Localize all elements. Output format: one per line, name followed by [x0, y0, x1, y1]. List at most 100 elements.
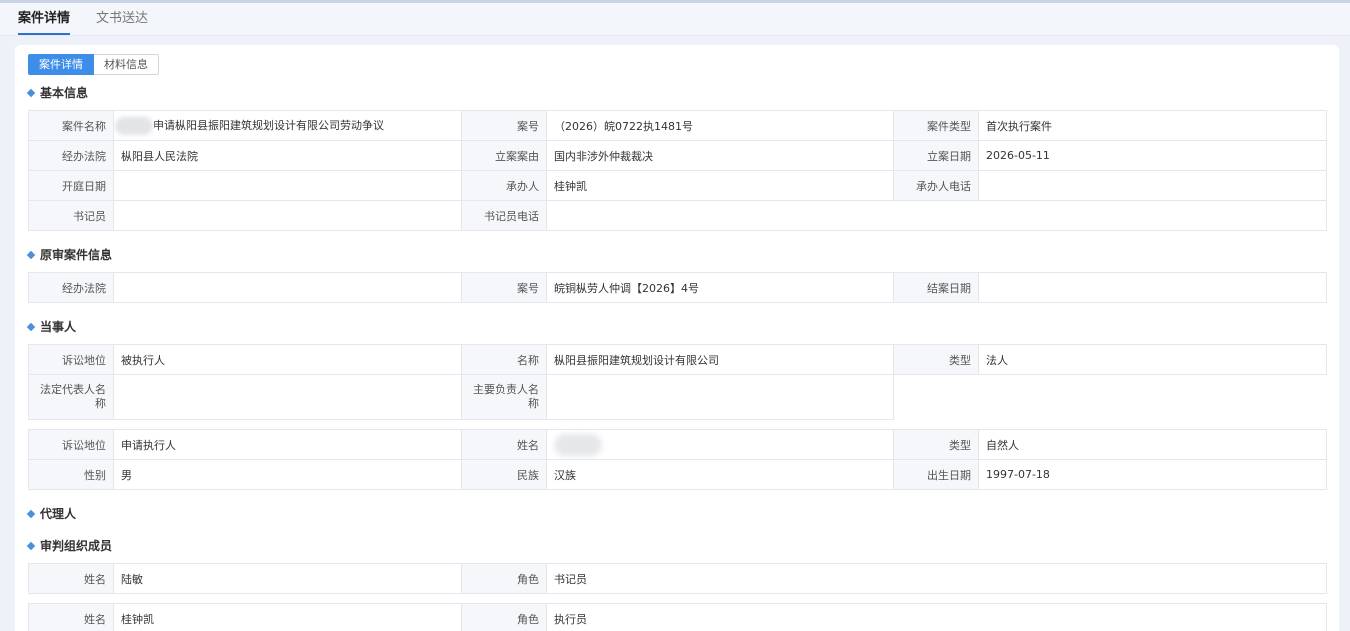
filing-date-value: 2026-05-11	[978, 140, 1327, 171]
clerk-phone-label: 书记员电话	[461, 200, 547, 231]
section-agent-title: 代理人	[40, 507, 77, 521]
party1-name-label: 名称	[461, 344, 547, 375]
court-label: 经办法院	[28, 140, 114, 171]
section-trial-members-title: 审判组织成员	[40, 539, 113, 553]
tab-document-delivery-label: 文书送达	[96, 11, 149, 26]
party1-type-label: 类型	[893, 344, 979, 375]
case-type-label: 案件类型	[893, 110, 979, 141]
table-row: 诉讼地位 申请执行人 姓名 类型 自然人	[28, 429, 1327, 460]
case-name-label: 案件名称	[28, 110, 114, 141]
basic-info-table: 案件名称 申请枞阳县振阳建筑规划设计有限公司劳动争议 案号 （2026）皖072…	[28, 110, 1327, 231]
section-agent: 代理人	[26, 506, 77, 522]
section-original-case: 原审案件信息	[26, 247, 113, 263]
table-row: 姓名 桂钟凯 角色 执行员	[28, 603, 1327, 631]
tab-case-detail[interactable]: 案件详情	[18, 9, 71, 35]
sub-tab-group: 案件详情 材料信息	[28, 54, 159, 75]
member-role-label: 角色	[461, 603, 547, 631]
original-case-no-label: 案号	[461, 272, 547, 303]
case-detail-card: 案件详情 材料信息 基本信息 案件名称 申请枞阳县振阳建筑规划设计有限公司劳动争…	[15, 45, 1339, 631]
party2-status-label: 诉讼地位	[28, 429, 114, 460]
party2-status-value: 申请执行人	[113, 429, 462, 460]
party2-type-value: 自然人	[978, 429, 1327, 460]
table-row: 开庭日期 承办人 桂钟凯 承办人电话	[28, 170, 1327, 201]
party1-status-label: 诉讼地位	[28, 344, 114, 375]
filing-cause-label: 立案案由	[461, 140, 547, 171]
ethnicity-label: 民族	[461, 459, 547, 490]
member-name-value: 陆敏	[113, 563, 462, 594]
table-row: 经办法院 枞阳县人民法院 立案案由 国内非涉外仲裁裁决 立案日期 2026-05…	[28, 140, 1327, 171]
party1-name-value: 枞阳县振阳建筑规划设计有限公司	[546, 344, 894, 375]
redacted-mask	[554, 433, 602, 456]
ethnicity-value: 汉族	[546, 459, 894, 490]
party1-status-value: 被执行人	[113, 344, 462, 375]
table-row: 案件名称 申请枞阳县振阳建筑规划设计有限公司劳动争议 案号 （2026）皖072…	[28, 110, 1327, 141]
party1-type-value: 法人	[978, 344, 1327, 375]
gender-label: 性别	[28, 459, 114, 490]
clerk-value	[113, 200, 462, 231]
original-court-value	[113, 272, 462, 303]
party2-type-label: 类型	[893, 429, 979, 460]
section-diamond-icon	[26, 509, 36, 518]
filing-cause-value: 国内非涉外仲裁裁决	[546, 140, 894, 171]
section-original-title: 原审案件信息	[40, 248, 113, 262]
member-table-2: 姓名 桂钟凯 角色 执行员	[28, 603, 1327, 631]
section-diamond-icon	[26, 322, 36, 331]
court-value: 枞阳县人民法院	[113, 140, 462, 171]
redacted-mask	[115, 116, 153, 135]
section-diamond-icon	[26, 541, 36, 550]
original-case-table: 经办法院 案号 皖铜枞劳人仲调【2026】4号 结案日期	[28, 272, 1327, 303]
tab-case-detail-label: 案件详情	[18, 11, 71, 26]
subtab-materials[interactable]: 材料信息	[94, 54, 159, 75]
table-row: 经办法院 案号 皖铜枞劳人仲调【2026】4号 结案日期	[28, 272, 1327, 303]
gender-value: 男	[113, 459, 462, 490]
case-no-label: 案号	[461, 110, 547, 141]
close-date-value	[978, 272, 1327, 303]
close-date-label: 结案日期	[893, 272, 979, 303]
principal-label: 主要负责人名称	[461, 374, 547, 420]
birth-date-label: 出生日期	[893, 459, 979, 490]
table-row: 书记员 书记员电话	[28, 200, 1327, 231]
table-row: 姓名 陆敏 角色 书记员	[28, 563, 1327, 594]
table-row: 法定代表人名称 主要负责人名称	[28, 374, 1327, 420]
filing-date-label: 立案日期	[893, 140, 979, 171]
handler-value: 桂钟凯	[546, 170, 894, 201]
member-role-value: 执行员	[546, 603, 1327, 631]
subtab-case-detail[interactable]: 案件详情	[28, 54, 94, 75]
section-parties-title: 当事人	[40, 320, 77, 334]
top-tab-bar: 案件详情 文书送达	[0, 3, 1350, 36]
legal-rep-label: 法定代表人名称	[28, 374, 114, 420]
case-type-value: 首次执行案件	[978, 110, 1327, 141]
birth-date-value: 1997-07-18	[978, 459, 1327, 490]
active-tab-underline	[18, 33, 71, 35]
section-diamond-icon	[26, 88, 36, 97]
member-name-value: 桂钟凯	[113, 603, 462, 631]
member-role-value: 书记员	[546, 563, 1327, 594]
clerk-phone-value	[546, 200, 1327, 231]
member-role-label: 角色	[461, 563, 547, 594]
party-respondent-table: 诉讼地位 被执行人 名称 枞阳县振阳建筑规划设计有限公司 类型 法人 法定代表人…	[28, 344, 1327, 420]
section-parties: 当事人	[26, 319, 77, 335]
legal-rep-value	[113, 374, 462, 420]
table-row: 性别 男 民族 汉族 出生日期 1997-07-18	[28, 459, 1327, 490]
handler-phone-value	[978, 170, 1327, 201]
section-basic-title: 基本信息	[40, 86, 89, 100]
tab-document-delivery[interactable]: 文书送达	[96, 9, 148, 35]
party2-name-value	[546, 429, 894, 460]
member-name-label: 姓名	[28, 603, 114, 631]
empty-cell	[893, 374, 1327, 420]
party-applicant-table: 诉讼地位 申请执行人 姓名 类型 自然人 性别 男 民族 汉族 出生日期 199…	[28, 429, 1327, 490]
section-diamond-icon	[26, 250, 36, 259]
handler-phone-label: 承办人电话	[893, 170, 979, 201]
hearing-date-value	[113, 170, 462, 201]
original-case-no-value: 皖铜枞劳人仲调【2026】4号	[546, 272, 894, 303]
clerk-label: 书记员	[28, 200, 114, 231]
member-table-1: 姓名 陆敏 角色 书记员	[28, 563, 1327, 594]
handler-label: 承办人	[461, 170, 547, 201]
original-court-label: 经办法院	[28, 272, 114, 303]
table-row: 诉讼地位 被执行人 名称 枞阳县振阳建筑规划设计有限公司 类型 法人	[28, 344, 1327, 375]
case-name-value: 申请枞阳县振阳建筑规划设计有限公司劳动争议	[113, 110, 462, 141]
party2-name-label: 姓名	[461, 429, 547, 460]
section-basic-info: 基本信息	[26, 85, 89, 101]
hearing-date-label: 开庭日期	[28, 170, 114, 201]
member-name-label: 姓名	[28, 563, 114, 594]
